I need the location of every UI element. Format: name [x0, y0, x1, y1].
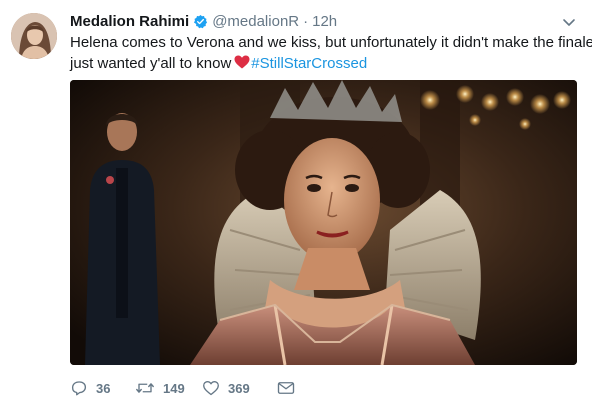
tweet-text-line-2: just wanted y'all to know #StillStarCross…: [70, 53, 580, 74]
tweet-header: Medalion Rahimi @medalionR · 12h: [70, 12, 337, 30]
tweet-media-photo[interactable]: [70, 80, 577, 365]
avatar-photo: [11, 13, 57, 59]
retweet-count: 149: [163, 380, 185, 396]
envelope-icon: [277, 382, 295, 394]
tweet-actions: 36 149 369: [70, 378, 295, 398]
avatar[interactable]: [11, 13, 57, 59]
separator-dot: ·: [303, 12, 309, 30]
tweet-text-line-1: Helena comes to Verona and we kiss, but …: [70, 34, 592, 51]
reply-icon: [71, 381, 87, 396]
author-name[interactable]: Medalion Rahimi: [70, 13, 189, 30]
author-handle[interactable]: @medalionR: [212, 13, 299, 30]
chevron-down-icon[interactable]: [561, 14, 577, 30]
tweet-text: Helena comes to Verona and we kiss, but …: [70, 32, 592, 74]
photo-scene: [70, 80, 577, 365]
red-heart-emoji-icon: [234, 55, 250, 69]
retweet-button[interactable]: 149: [135, 379, 202, 397]
tweet-card[interactable]: Medalion Rahimi @medalionR · 12h Helena …: [0, 0, 592, 412]
timestamp[interactable]: 12h: [312, 13, 337, 30]
verified-badge-icon: [193, 14, 208, 29]
retweet-icon: [136, 383, 154, 393]
reply-count: 36: [96, 380, 111, 396]
heart-outline-icon: [203, 381, 219, 396]
tweet-text-line-2-content: just wanted y'all to know: [70, 55, 232, 72]
like-button[interactable]: 369: [202, 380, 277, 396]
direct-message-button[interactable]: [277, 380, 295, 396]
hashtag-link[interactable]: #StillStarCrossed: [251, 55, 367, 72]
like-count: 369: [228, 380, 250, 396]
reply-button[interactable]: 36: [70, 379, 135, 397]
